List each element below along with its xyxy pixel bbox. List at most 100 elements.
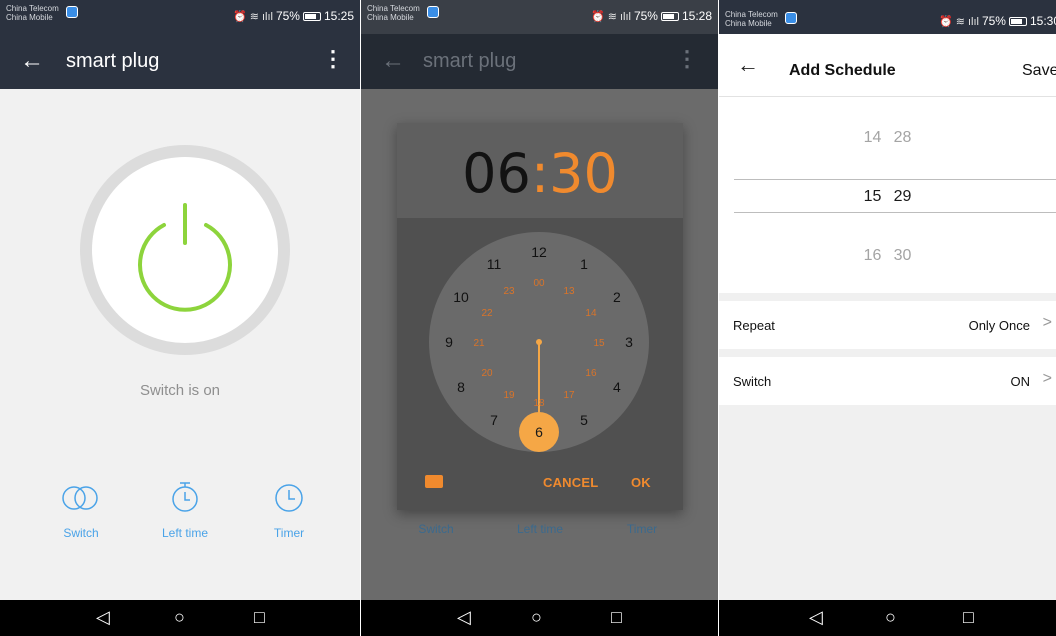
carrier-telecom: China Telecom xyxy=(725,10,778,19)
switch-label: Switch xyxy=(63,526,99,540)
wifi-icon: ≋ xyxy=(955,16,965,28)
clock-inner-23: 23 xyxy=(503,286,515,297)
wechat-icon xyxy=(427,6,439,18)
nav-home-icon[interactable]: ○ xyxy=(174,607,185,627)
battery-icon xyxy=(302,12,321,21)
app-bar: ← Add Schedule Save xyxy=(719,34,1056,97)
left-time-label: Left time xyxy=(161,526,209,540)
time-picker-dialog: 06:30 12 1 2 3 4 5 6 7 8 9 10 11 00 13 14 15 16 17 18 19 20 2… xyxy=(397,123,683,510)
timer-label: Timer xyxy=(273,526,305,540)
minute-display[interactable]: 30 xyxy=(549,142,618,205)
battery-percent: 75% xyxy=(275,9,300,23)
more-menu-icon[interactable]: ⋮ xyxy=(322,46,344,72)
clock-icon xyxy=(275,484,303,512)
nav-bar: ◁ ○ □ xyxy=(361,600,718,636)
time-separator: : xyxy=(530,142,550,205)
picker-minute: 28 xyxy=(893,129,912,146)
switch-label-dimmed: Switch xyxy=(418,522,454,536)
picker-row-selected[interactable]: 15 29 xyxy=(719,188,1056,206)
nav-recents-icon[interactable]: □ xyxy=(963,607,974,627)
picker-hour: 15 xyxy=(863,188,882,205)
clock-inner-00: 00 xyxy=(533,278,545,289)
picker-hour: 16 xyxy=(863,247,882,264)
page-title: Add Schedule xyxy=(789,62,896,79)
carrier-telecom: China Telecom xyxy=(367,4,420,13)
nav-back-icon[interactable]: ◁ xyxy=(96,607,110,627)
signal-icon: ılıl xyxy=(967,16,979,28)
app-bar-dimmed: ← smart plug ⋮ xyxy=(361,34,718,89)
hour-display[interactable]: 06 xyxy=(462,142,531,205)
time-wheel-picker[interactable]: 14 28 15 29 16 30 xyxy=(719,97,1056,293)
back-arrow-icon[interactable]: ← xyxy=(20,47,44,75)
carrier-info: China Telecom China Mobile xyxy=(725,10,797,28)
carrier-mobile: China Mobile xyxy=(725,19,772,28)
nav-back-icon[interactable]: ◁ xyxy=(457,607,471,627)
back-arrow-icon[interactable]: ← xyxy=(737,54,759,76)
timer-label-dimmed: Timer xyxy=(626,522,658,536)
carrier-info: China Telecom China Mobile xyxy=(367,4,439,22)
page-title: smart plug xyxy=(66,50,160,72)
picker-hour: 14 xyxy=(863,129,882,146)
more-menu-icon: ⋮ xyxy=(676,46,698,71)
timer-control[interactable]: Timer xyxy=(244,478,334,540)
back-arrow-icon: ← xyxy=(381,47,405,74)
signal-icon: ılıl xyxy=(619,11,631,23)
switch-row[interactable]: Switch ON > xyxy=(719,357,1056,405)
picker-divider-bottom xyxy=(734,212,1056,213)
wechat-icon xyxy=(66,6,78,18)
repeat-value: Only Once xyxy=(968,318,1030,333)
wechat-icon xyxy=(785,12,797,24)
nav-back-icon[interactable]: ◁ xyxy=(809,607,823,627)
repeat-row[interactable]: Repeat Only Once > xyxy=(719,301,1056,349)
nav-recents-icon[interactable]: □ xyxy=(611,607,622,627)
nav-home-icon[interactable]: ○ xyxy=(531,607,542,627)
clock-hour-10: 10 xyxy=(453,289,469,305)
clock-inner-15: 15 xyxy=(593,338,605,349)
status-indicators: ⏰ ≋ ılıl 75% 15:28 xyxy=(591,9,712,23)
status-indicators: ⏰≋ılıl75% 15:30 xyxy=(939,14,1056,28)
picker-row-prev[interactable]: 14 28 xyxy=(719,129,1056,147)
clock-inner-14: 14 xyxy=(585,308,597,319)
switch-setting-value: ON xyxy=(1010,374,1031,389)
status-bar: China Telecom China Mobile ⏰ ≋ ılıl 75% 15:2… xyxy=(361,0,718,34)
clock-hour-9: 9 xyxy=(445,334,453,350)
nav-bar: ◁ ○ □ xyxy=(0,600,360,636)
clock-inner-13: 13 xyxy=(563,286,575,297)
nav-home-icon[interactable]: ○ xyxy=(885,607,896,627)
alarm-icon: ⏰ xyxy=(591,11,605,23)
save-button[interactable]: Save xyxy=(1022,62,1056,80)
clock-hour-4: 4 xyxy=(613,379,621,395)
repeat-label: Repeat xyxy=(733,318,775,333)
clock-time: 15:28 xyxy=(681,9,712,23)
clock-hour-1: 1 xyxy=(580,256,588,272)
left-time-control[interactable]: Left time xyxy=(140,478,230,540)
screen-add-schedule: China Telecom China Mobile ⏰ ≋ ılıl 75% 15:3… xyxy=(719,0,1056,636)
clock-hour-6: 6 xyxy=(535,424,543,440)
power-icon xyxy=(138,203,232,312)
selected-time: 06:30 xyxy=(397,145,683,203)
clock-inner-22: 22 xyxy=(481,308,493,319)
cancel-button[interactable]: CANCEL xyxy=(543,475,598,490)
nav-bar: ◁ ○ □ xyxy=(719,600,1056,636)
clock-face[interactable]: 121234567891011001314151617181920212223 xyxy=(429,232,649,452)
clock-hour-12: 12 xyxy=(531,244,547,260)
clock-hour-3: 3 xyxy=(625,334,633,350)
switch-control[interactable]: Switch xyxy=(36,478,126,540)
clock-hour-8: 8 xyxy=(457,379,465,395)
power-button[interactable] xyxy=(80,145,290,355)
picker-divider-top xyxy=(734,179,1056,180)
keyboard-icon[interactable] xyxy=(425,475,443,488)
chevron-right-icon: > xyxy=(1042,314,1052,331)
clock-inner-19: 19 xyxy=(503,390,515,401)
status-indicators: ⏰ ≋ ılıl 75% 15:25 xyxy=(233,9,354,23)
nav-recents-icon[interactable]: □ xyxy=(254,607,265,627)
ok-button[interactable]: OK xyxy=(631,475,651,490)
battery-percent: 75% xyxy=(981,14,1006,28)
carrier-info: China Telecom China Mobile xyxy=(6,4,78,22)
picker-row-next[interactable]: 16 30 xyxy=(719,247,1056,265)
screen-smart-plug: China Telecom China Mobile ⏰ ≋ ılıl 75% 15:2… xyxy=(0,0,360,636)
clock-hour-2: 2 xyxy=(613,289,621,305)
battery-icon xyxy=(1008,17,1027,26)
alarm-icon: ⏰ xyxy=(939,16,953,28)
battery-icon xyxy=(660,12,679,21)
